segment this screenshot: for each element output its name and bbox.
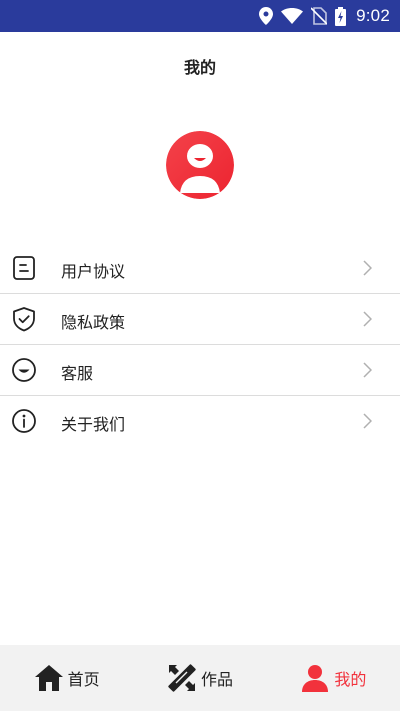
chevron-right-icon <box>362 260 373 276</box>
menu-item-customer-service[interactable]: 客服 <box>0 345 400 396</box>
menu-item-label: 客服 <box>61 364 94 383</box>
settings-menu: 用户协议 隐私政策 客服 关于我们 <box>0 243 400 446</box>
wifi-icon <box>281 8 304 24</box>
menu-item-label: 关于我们 <box>61 415 126 434</box>
menu-item-label: 隐私政策 <box>61 313 126 332</box>
chevron-right-icon <box>362 362 373 378</box>
status-icons: 9:02 <box>251 0 390 32</box>
nav-tab-label: 作品 <box>200 670 233 689</box>
menu-item-label: 用户协议 <box>61 262 126 281</box>
nav-tab-home[interactable]: 首页 <box>0 645 133 711</box>
menu-item-user-agreement[interactable]: 用户协议 <box>0 243 400 294</box>
menu-item-privacy-policy[interactable]: 隐私政策 <box>0 294 400 345</box>
chevron-right-icon <box>362 413 373 429</box>
profile-screen: 9:02 我的 用户协议 隐私政策 客服 关于我们 首页 作品 我的 <box>0 0 400 711</box>
bottom-nav: 首页 作品 我的 <box>0 645 400 711</box>
info-icon <box>11 408 37 434</box>
nav-tab-label: 我的 <box>334 670 367 689</box>
no-sim-icon <box>311 7 328 25</box>
status-time: 9:02 <box>356 6 390 25</box>
location-icon <box>259 7 274 25</box>
user-icon <box>300 663 330 693</box>
tools-icon <box>167 663 197 693</box>
nav-tab-works[interactable]: 作品 <box>133 645 266 711</box>
user-avatar-icon[interactable] <box>166 131 234 199</box>
shield-check-icon <box>11 306 37 332</box>
page-title: 我的 <box>183 58 216 77</box>
chevron-right-icon <box>362 311 373 327</box>
document-icon <box>11 255 37 281</box>
nav-tab-label: 首页 <box>67 670 100 689</box>
menu-item-about-us[interactable]: 关于我们 <box>0 396 400 446</box>
smile-icon <box>11 357 37 383</box>
battery-charging-icon <box>335 6 347 26</box>
home-icon <box>34 663 64 693</box>
status-bar: 9:02 <box>0 0 400 32</box>
nav-tab-mine[interactable]: 我的 <box>267 645 400 711</box>
